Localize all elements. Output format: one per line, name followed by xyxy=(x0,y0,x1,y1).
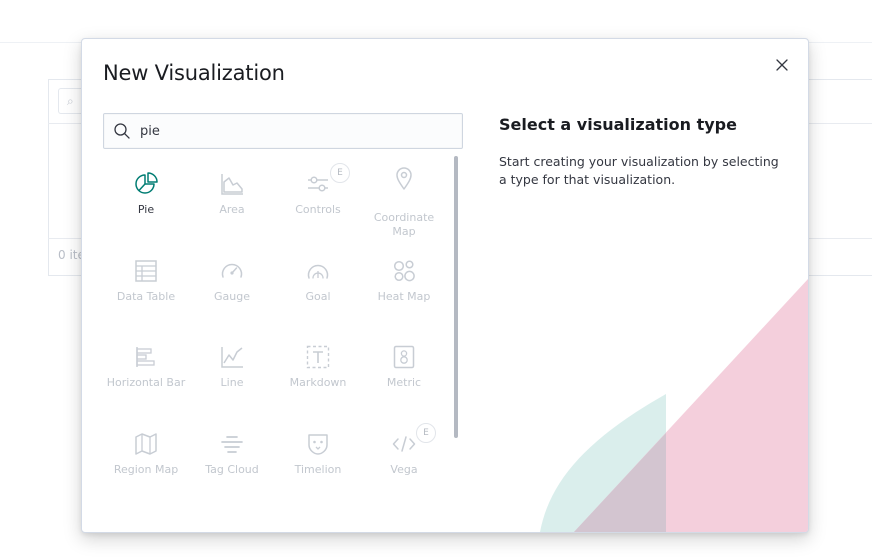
grid-scrollbar[interactable] xyxy=(454,156,458,438)
tag-cloud-icon xyxy=(221,436,243,453)
horizontal-bar-icon xyxy=(136,347,155,367)
tile-goal[interactable]: Goal xyxy=(275,241,361,321)
tile-region-map[interactable]: Region Map xyxy=(103,414,189,494)
close-icon[interactable] xyxy=(774,57,790,73)
tile-label: Markdown xyxy=(289,376,347,389)
tile-label: Timelion xyxy=(294,463,342,476)
new-visualization-modal: New Visualization Pie Area xyxy=(81,38,809,533)
tile-data-table[interactable]: Data Table xyxy=(103,241,189,321)
tile-label: Goal xyxy=(305,290,331,303)
tile-area[interactable]: Area xyxy=(189,154,275,234)
tile-line[interactable]: Line xyxy=(189,327,275,407)
pie-chart-icon xyxy=(135,172,158,194)
tile-label: Data Table xyxy=(116,290,176,303)
tile-label: Gauge xyxy=(214,290,250,303)
timelion-icon xyxy=(308,434,328,455)
tile-label: Metric xyxy=(386,376,422,389)
tile-label: Area xyxy=(219,203,245,216)
table-icon xyxy=(135,260,157,282)
region-map-icon xyxy=(135,433,157,455)
side-panel-title: Select a visualization type xyxy=(499,115,737,134)
tile-pie[interactable]: Pie xyxy=(103,154,189,234)
goal-icon xyxy=(307,264,329,279)
tile-label: Tag Cloud xyxy=(205,463,259,476)
search-icon xyxy=(114,123,130,139)
controls-icon xyxy=(308,176,328,192)
tile-label: Heat Map xyxy=(377,290,431,303)
gauge-icon xyxy=(221,263,243,278)
modal-title: New Visualization xyxy=(103,61,285,85)
area-chart-icon xyxy=(221,174,243,195)
tile-coordinate-map[interactable]: Coordinate Map xyxy=(361,154,447,238)
tile-heat-map[interactable]: Heat Map xyxy=(361,241,447,321)
tile-label: Pie xyxy=(137,203,155,216)
visualization-search-field[interactable] xyxy=(103,113,463,149)
line-chart-icon xyxy=(221,347,243,368)
search-input[interactable] xyxy=(140,114,440,148)
tile-label: Controls xyxy=(295,203,341,216)
tile-controls[interactable]: E Controls xyxy=(275,154,361,234)
map-marker-icon xyxy=(396,167,412,190)
heatmap-icon xyxy=(393,260,415,282)
tile-label: Vega xyxy=(390,463,418,476)
experimental-badge: E xyxy=(416,423,436,443)
search-icon: ⌕ xyxy=(67,94,74,108)
tile-vega[interactable]: E Vega xyxy=(361,414,447,494)
visualization-type-grid: Pie Area E Controls Coordinate Map Data … xyxy=(103,154,461,524)
tile-label: Coordinate Map xyxy=(373,211,435,238)
tile-label: Line xyxy=(220,376,244,389)
tile-horizontal-bar[interactable]: Horizontal Bar xyxy=(103,327,189,407)
code-icon xyxy=(392,436,416,452)
app-top-bar xyxy=(0,0,872,43)
tile-tag-cloud[interactable]: Tag Cloud xyxy=(189,414,275,494)
tile-label: Region Map xyxy=(113,463,179,476)
experimental-badge: E xyxy=(330,163,350,183)
tile-gauge[interactable]: Gauge xyxy=(189,241,275,321)
metric-icon xyxy=(393,345,415,369)
tile-label: Horizontal Bar xyxy=(106,376,186,389)
decorative-illustration xyxy=(540,279,808,532)
tile-markdown[interactable]: Markdown xyxy=(275,327,361,407)
tile-timelion[interactable]: Timelion xyxy=(275,414,361,494)
tile-metric[interactable]: Metric xyxy=(361,327,447,407)
side-panel-description: Start creating your visualization by sel… xyxy=(499,154,779,187)
markdown-icon xyxy=(306,345,330,369)
